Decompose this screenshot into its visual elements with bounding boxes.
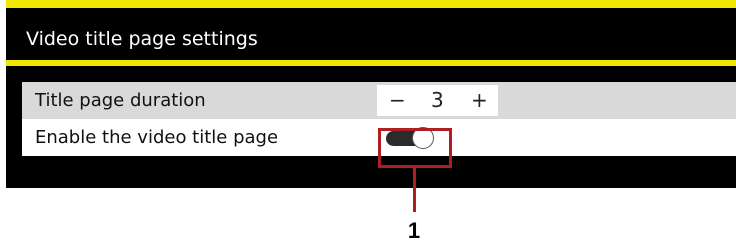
panel-title: Video title page settings — [26, 28, 258, 50]
title-duration-label: Title page duration — [35, 90, 206, 111]
duration-stepper: − 3 + — [377, 85, 498, 116]
decrement-button[interactable]: − — [389, 85, 406, 116]
setting-row-title-duration: Title page duration − 3 + — [22, 82, 736, 119]
duration-value[interactable]: 3 — [431, 85, 444, 116]
increment-button[interactable]: + — [471, 85, 488, 116]
callout-number: 1 — [407, 218, 421, 243]
settings-panel: Video title page settings Title page dur… — [6, 0, 736, 188]
accent-bar-divider — [6, 60, 736, 66]
callout-leader-line — [413, 168, 416, 212]
callout-highlight-box — [378, 128, 452, 168]
enable-title-page-label: Enable the video title page — [35, 127, 279, 148]
accent-bar-top — [6, 0, 736, 8]
